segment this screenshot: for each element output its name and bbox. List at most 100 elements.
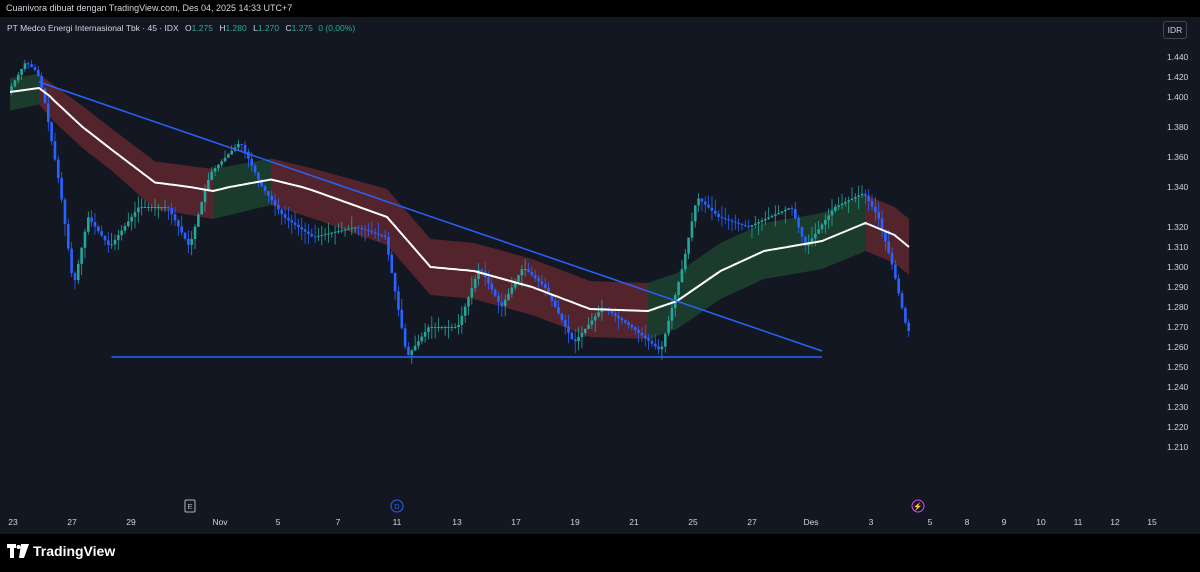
candle-body <box>867 195 870 202</box>
candle-body <box>747 226 750 228</box>
symbol-legend: PT Medco Energi Internasional Tbk · 45 ·… <box>7 23 355 33</box>
band-segment <box>39 74 54 121</box>
candle-body <box>233 147 237 151</box>
candle-body <box>900 293 904 308</box>
candle-body <box>607 308 610 311</box>
candle-body <box>610 311 614 314</box>
candle-body <box>343 229 347 231</box>
candle-body <box>250 158 254 166</box>
earnings-marker: E <box>187 502 192 511</box>
candle-body <box>683 253 687 270</box>
candle-body <box>333 231 337 233</box>
candle-body <box>247 151 250 159</box>
candle-body <box>410 350 414 355</box>
price-tick-label: 1.340 <box>1167 182 1189 192</box>
candle-body <box>573 339 577 342</box>
dividend-marker-frame <box>390 499 404 513</box>
candle-body <box>730 220 734 222</box>
candle-body <box>380 234 384 236</box>
candle-body <box>487 277 490 284</box>
candle-body <box>590 320 594 325</box>
tradingview-logo[interactable]: TradingView <box>7 543 115 559</box>
currency-button[interactable]: IDR <box>1163 21 1187 39</box>
candle-body <box>640 332 644 336</box>
low-value: 1.270 <box>257 23 280 33</box>
candle-body <box>834 206 837 211</box>
candle-body <box>457 325 460 327</box>
candle-body <box>647 338 650 341</box>
band-segment <box>213 158 271 219</box>
candle-body <box>447 327 450 328</box>
candle-body <box>430 327 434 328</box>
candle-body <box>580 332 584 338</box>
candle-body <box>167 207 170 209</box>
change-value: 0 (0,00%) <box>318 23 356 33</box>
candle-body <box>870 201 874 207</box>
candle-body <box>140 207 143 208</box>
candle-body <box>297 224 300 228</box>
band-segment <box>894 207 909 275</box>
candle-body <box>703 201 707 205</box>
candle-body <box>687 237 690 254</box>
band-segment <box>430 239 474 299</box>
candle-body <box>253 165 257 173</box>
candle-body <box>894 264 897 279</box>
candle-body <box>780 211 784 213</box>
time-tick-label: 11 <box>393 517 402 527</box>
candle-body <box>50 122 53 142</box>
candle-body <box>210 171 213 180</box>
candle-body <box>553 300 557 308</box>
candle-body <box>117 235 120 240</box>
price-tick-label: 1.230 <box>1167 402 1189 412</box>
time-axis[interactable]: 23 27 29 Nov 5 7 11 13 17 19 21 25 27 Des 3 5 8 9 10 11 12 15 <box>8 517 1157 527</box>
open-label: O <box>185 23 192 33</box>
candle-body <box>840 203 844 206</box>
band-segment <box>387 189 431 295</box>
candle-body <box>10 86 13 92</box>
candle-body <box>450 327 454 328</box>
candle-body <box>243 145 247 152</box>
candle-body <box>777 212 780 215</box>
trendlines <box>38 81 823 358</box>
candle-body <box>717 213 720 217</box>
candle-body <box>110 244 113 246</box>
candle-body <box>73 273 77 280</box>
price-tick-label: 1.250 <box>1167 362 1189 372</box>
candle-body <box>363 228 367 231</box>
time-tick-label: 23 <box>8 517 18 527</box>
candle-body <box>597 312 600 317</box>
candle-body <box>527 269 530 273</box>
price-tick-label: 1.240 <box>1167 382 1189 392</box>
candle-body <box>830 210 834 216</box>
price-axis[interactable]: 1.440 1.420 1.400 1.380 1.360 1.340 1.320 1.310… <box>1167 52 1189 452</box>
candle-body <box>290 220 294 223</box>
candle-body <box>93 222 97 227</box>
split-marker-frame <box>911 499 925 513</box>
candle-body <box>107 240 110 245</box>
candle-body <box>603 308 607 310</box>
candle-body <box>443 327 447 328</box>
price-chart[interactable]: 1.440 1.420 1.400 1.380 1.360 1.340 1.320 1.310… <box>0 0 1200 572</box>
band-segment <box>532 259 590 337</box>
candle-body <box>400 309 404 329</box>
time-tick-label: 10 <box>1036 517 1046 527</box>
candle-body <box>543 284 547 288</box>
symbol-title[interactable]: PT Medco Energi Internasional Tbk · 45 ·… <box>7 23 179 33</box>
price-tick-label: 1.310 <box>1167 242 1189 252</box>
candle-body <box>97 226 100 232</box>
candle-body <box>337 231 340 233</box>
candle-body <box>60 178 63 200</box>
descending-trendline <box>38 81 823 352</box>
candle-body <box>220 161 224 165</box>
candle-body <box>547 287 550 295</box>
candle-body <box>327 233 330 235</box>
candle-body <box>30 64 33 68</box>
time-tick-label: Nov <box>212 517 228 527</box>
candle-body <box>310 234 314 237</box>
candle-body <box>80 247 83 264</box>
candle-body <box>160 207 163 208</box>
candle-body <box>490 283 494 290</box>
tradingview-logo-icon <box>7 544 29 558</box>
candle-body <box>70 248 73 274</box>
candle-body <box>677 282 680 295</box>
